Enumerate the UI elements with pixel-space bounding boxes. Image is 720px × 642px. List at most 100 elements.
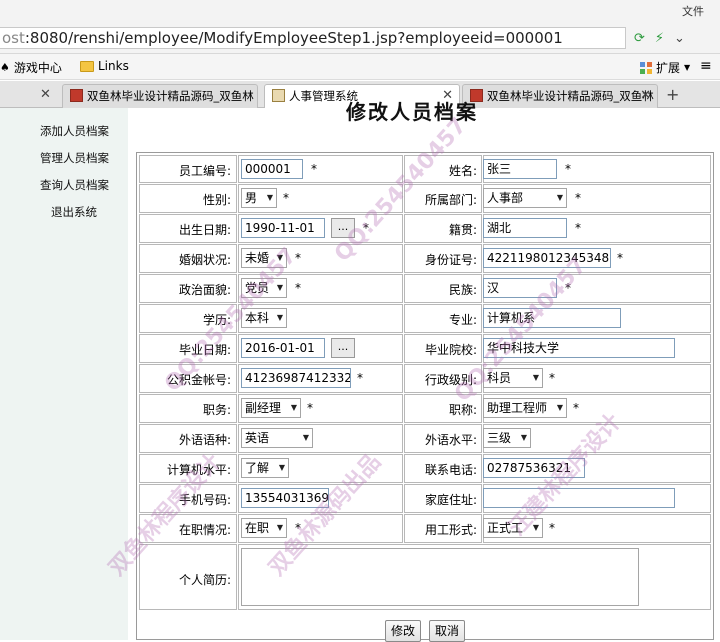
label-school: 毕业院校: — [424, 343, 477, 357]
label-title: 职称: — [448, 403, 477, 417]
id-card-input[interactable]: 422119801234534814 — [483, 248, 611, 268]
employee-form: 员工编号: 000001 * 姓名: 张三 * 性别: 男 ▼ * 所属部门: 人… — [136, 152, 714, 642]
birth-date-input[interactable]: 1990-11-01 — [241, 218, 325, 238]
bookmark-links[interactable]: Links — [80, 59, 129, 73]
required-mark: * — [295, 281, 301, 295]
label-id-card: 身份证号: — [424, 253, 477, 267]
foreign-level-select[interactable]: 三级 ▼ — [483, 428, 531, 448]
required-mark: * — [357, 371, 363, 385]
name-input[interactable]: 张三 — [483, 159, 557, 179]
chevron-down-icon[interactable]: ⌄ — [674, 31, 685, 47]
position-select[interactable]: 副经理 ▼ — [241, 398, 301, 418]
extensions-label: 扩展 — [656, 61, 681, 75]
birth-date-picker-button[interactable]: ... — [331, 218, 355, 238]
gender-select[interactable]: 男 ▼ — [241, 188, 277, 208]
tab-source-2[interactable]: 双鱼林毕业设计精品源码_双鱼林 ✕ — [462, 84, 658, 108]
refresh-icon[interactable]: ⟳ — [634, 31, 645, 47]
close-icon[interactable]: ✕ — [640, 85, 651, 107]
bookmark-games[interactable]: ♠ 游戏中心 — [0, 59, 62, 76]
chevron-down-icon: ▼ — [684, 63, 691, 72]
label-birth-date: 出生日期: — [178, 223, 231, 237]
ethnicity-input[interactable]: 汉 — [483, 278, 557, 298]
foreign-lang-select[interactable]: 英语 ▼ — [241, 428, 313, 448]
required-mark: * — [565, 162, 571, 176]
new-tab-button[interactable]: + — [666, 85, 679, 104]
window-titlebar: 文件 — [0, 0, 720, 22]
page-content: 添加人员档案 管理人员档案 查询人员档案 退出系统 修改人员档案 员工编号: 0… — [0, 100, 720, 642]
label-employment-type: 用工形式: — [424, 523, 477, 537]
employment-type-select[interactable]: 正式工 ▼ — [483, 518, 543, 538]
native-place-input[interactable]: 湖北 — [483, 218, 567, 238]
dropdown-arrow-icon: ▼ — [290, 403, 297, 412]
address-icons: ⟳ ⚡ ⌄ — [634, 31, 685, 47]
modify-button[interactable]: 修改 — [385, 620, 421, 642]
file-menu[interactable]: 文件 — [682, 3, 704, 19]
gender-value: 男 — [245, 191, 258, 205]
grad-date-input[interactable]: 2016-01-01 — [241, 338, 325, 358]
political-select[interactable]: 党员 ▼ — [241, 278, 287, 298]
required-mark: * — [549, 371, 555, 385]
education-value: 本科 — [245, 311, 270, 325]
dropdown-arrow-icon: ▼ — [532, 523, 539, 532]
position-value: 副经理 — [245, 401, 282, 415]
address-input[interactable] — [483, 488, 675, 508]
label-status: 在职情况: — [178, 523, 231, 537]
department-select[interactable]: 人事部 ▼ — [483, 188, 567, 208]
bookmarks-bar: ♠ 游戏中心 Links 扩展 ▼ ≡ — [0, 54, 720, 80]
education-select[interactable]: 本科 ▼ — [241, 308, 287, 328]
sidebar-item-add[interactable]: 添加人员档案 — [40, 123, 109, 139]
game-icon: ♠ — [0, 61, 10, 74]
sidebar: 添加人员档案 管理人员档案 查询人员档案 退出系统 — [0, 108, 128, 640]
status-value: 在职 — [245, 521, 270, 535]
status-select[interactable]: 在职 ▼ — [241, 518, 287, 538]
employment-type-value: 正式工 — [487, 521, 524, 535]
dropdown-arrow-icon: ▼ — [302, 433, 309, 442]
required-mark: * — [283, 191, 289, 205]
label-foreign-level: 外语水平: — [424, 433, 477, 447]
employee-no-input[interactable]: 000001 — [241, 159, 303, 179]
required-mark: * — [295, 251, 301, 265]
title-select[interactable]: 助理工程师 ▼ — [483, 398, 567, 418]
dropdown-arrow-icon: ▼ — [556, 403, 563, 412]
url-text: :8080/renshi/employee/ModifyEmployeeStep… — [24, 29, 563, 47]
fund-account-input[interactable]: 412369874123321 — [241, 368, 351, 388]
label-computer-level: 计算机水平: — [166, 463, 231, 477]
cancel-button[interactable]: 取消 — [429, 620, 465, 642]
extensions-button[interactable]: 扩展 ▼ — [640, 59, 690, 76]
lightning-icon[interactable]: ⚡ — [655, 31, 664, 47]
tab-source-1[interactable]: 双鱼林毕业设计精品源码_双鱼林 — [62, 84, 258, 108]
political-value: 党员 — [245, 281, 270, 295]
label-major: 专业: — [448, 313, 477, 327]
marital-select[interactable]: 未婚 ▼ — [241, 248, 287, 268]
required-mark: * — [575, 191, 581, 205]
mobile-input[interactable]: 13554031369 — [241, 488, 329, 508]
url-input[interactable]: ost:8080/renshi/employee/ModifyEmployeeS… — [0, 27, 626, 49]
label-grad-date: 毕业日期: — [178, 343, 231, 357]
address-bar: ost:8080/renshi/employee/ModifyEmployeeS… — [0, 22, 720, 54]
computer-level-value: 了解 — [245, 461, 270, 475]
label-resume: 个人简历: — [178, 573, 231, 587]
label-address: 家庭住址: — [424, 493, 477, 507]
computer-level-select[interactable]: 了解 ▼ — [241, 458, 289, 478]
dropdown-arrow-icon: ▼ — [276, 313, 283, 322]
resume-textarea[interactable] — [241, 548, 639, 606]
grad-date-picker-button[interactable]: ... — [331, 338, 355, 358]
label-gender: 性别: — [202, 193, 231, 207]
required-mark: * — [565, 281, 571, 295]
sidebar-item-query[interactable]: 查询人员档案 — [40, 177, 109, 193]
sidebar-item-logout[interactable]: 退出系统 — [51, 204, 97, 220]
menu-icon[interactable]: ≡ — [700, 58, 712, 74]
dropdown-arrow-icon: ▼ — [556, 193, 563, 202]
required-mark: * — [363, 221, 369, 235]
title-value: 助理工程师 — [487, 401, 548, 415]
marital-value: 未婚 — [245, 251, 270, 265]
major-input[interactable]: 计算机系 — [483, 308, 621, 328]
department-value: 人事部 — [487, 191, 524, 205]
sidebar-item-manage[interactable]: 管理人员档案 — [40, 150, 109, 166]
admin-level-select[interactable]: 科员 ▼ — [483, 368, 543, 388]
phone-input[interactable]: 02787536321 — [483, 458, 585, 478]
school-input[interactable]: 华中科技大学 — [483, 338, 675, 358]
close-icon[interactable]: ✕ — [40, 87, 51, 102]
folder-icon — [80, 60, 94, 72]
label-position: 职务: — [202, 403, 231, 417]
